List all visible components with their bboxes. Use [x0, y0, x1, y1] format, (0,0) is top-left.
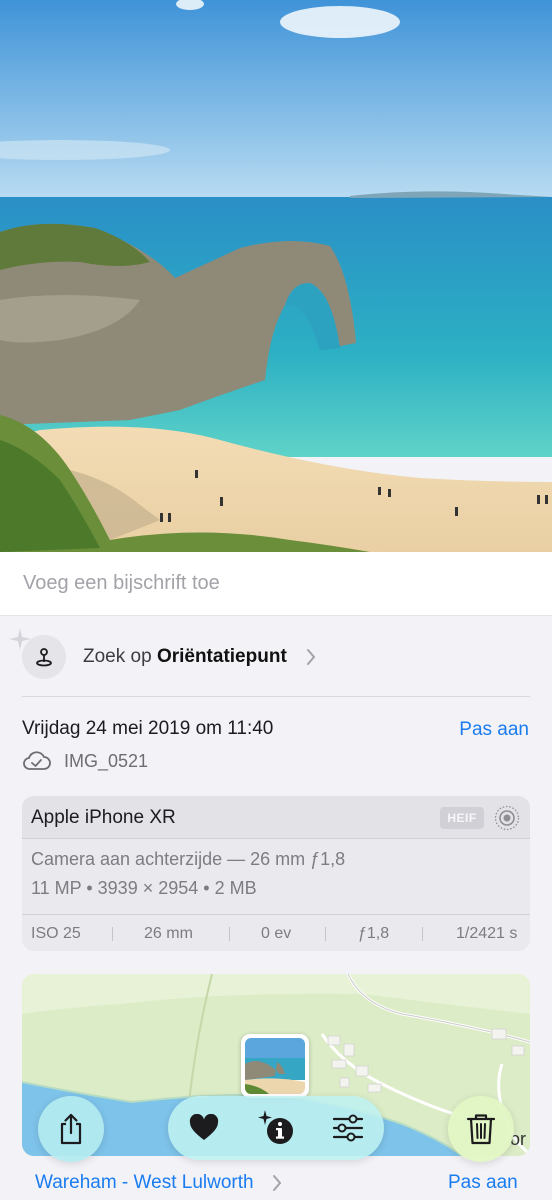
photo-image — [0, 0, 552, 552]
lookup-landmark-link[interactable]: Zoek op Oriëntatiepunt — [83, 646, 287, 668]
edit-location-button[interactable]: Pas aan — [448, 1172, 518, 1194]
info-sparkle-icon — [258, 1110, 293, 1144]
info-button[interactable] — [240, 1096, 312, 1160]
divider — [229, 927, 230, 941]
exif-exposure: 0 ev — [261, 925, 292, 942]
heart-icon — [189, 1114, 219, 1140]
chevron-right-icon — [307, 649, 316, 665]
map-photo-pin[interactable] — [241, 1034, 309, 1098]
exif-aperture: ƒ1,8 — [358, 925, 390, 942]
edit-datetime-button[interactable]: Pas aan — [459, 719, 529, 741]
photo-actions-group — [168, 1096, 384, 1160]
share-button[interactable] — [38, 1096, 104, 1162]
format-badge: HEIF — [440, 807, 484, 829]
file-name: IMG_0521 — [64, 751, 149, 771]
lens-info: Camera aan achterzijde — 26 mm ƒ1,8 — [31, 849, 346, 869]
trash-icon — [466, 1114, 496, 1145]
exif-iso: ISO 25 — [31, 925, 81, 942]
caption-placeholder: Voeg een bijschrift toe — [23, 572, 220, 594]
exif-focal-length: 26 mm — [144, 925, 193, 942]
image-specs: 11 MP • 3939 × 2954 • 2 MB — [31, 878, 257, 898]
icloud-check-icon — [23, 751, 51, 770]
lookup-subject: Oriëntatiepunt — [156, 646, 287, 667]
adjust-icon — [332, 1114, 364, 1142]
chevron-right-icon — [273, 1175, 282, 1191]
pin-thumbnail — [245, 1038, 305, 1094]
landmark-icon[interactable] — [22, 635, 66, 679]
favorite-button[interactable] — [168, 1096, 240, 1160]
divider — [325, 927, 326, 941]
photo-viewer[interactable] — [0, 0, 552, 552]
location-name[interactable]: Wareham - West Lulworth — [35, 1172, 254, 1194]
lookup-prefix: Zoek op — [83, 646, 152, 667]
device-name: Apple iPhone XR — [31, 807, 176, 828]
camera-info-card: Apple iPhone XR HEIF Camera aan achterzi… — [22, 796, 530, 951]
exif-shutter: 1/2421 s — [456, 925, 518, 942]
delete-button[interactable] — [448, 1096, 514, 1162]
divider — [22, 696, 530, 697]
divider — [112, 927, 113, 941]
caption-field[interactable]: Voeg een bijschrift toe — [0, 552, 552, 616]
edit-adjust-button[interactable] — [312, 1096, 384, 1160]
exif-row: ISO 25 26 mm 0 ev ƒ1,8 1/2421 s — [22, 914, 530, 951]
live-photo-icon — [494, 805, 520, 831]
photo-datetime: Vrijdag 24 mei 2019 om 11:40 — [22, 718, 274, 739]
divider — [422, 927, 423, 941]
share-icon — [60, 1113, 82, 1145]
